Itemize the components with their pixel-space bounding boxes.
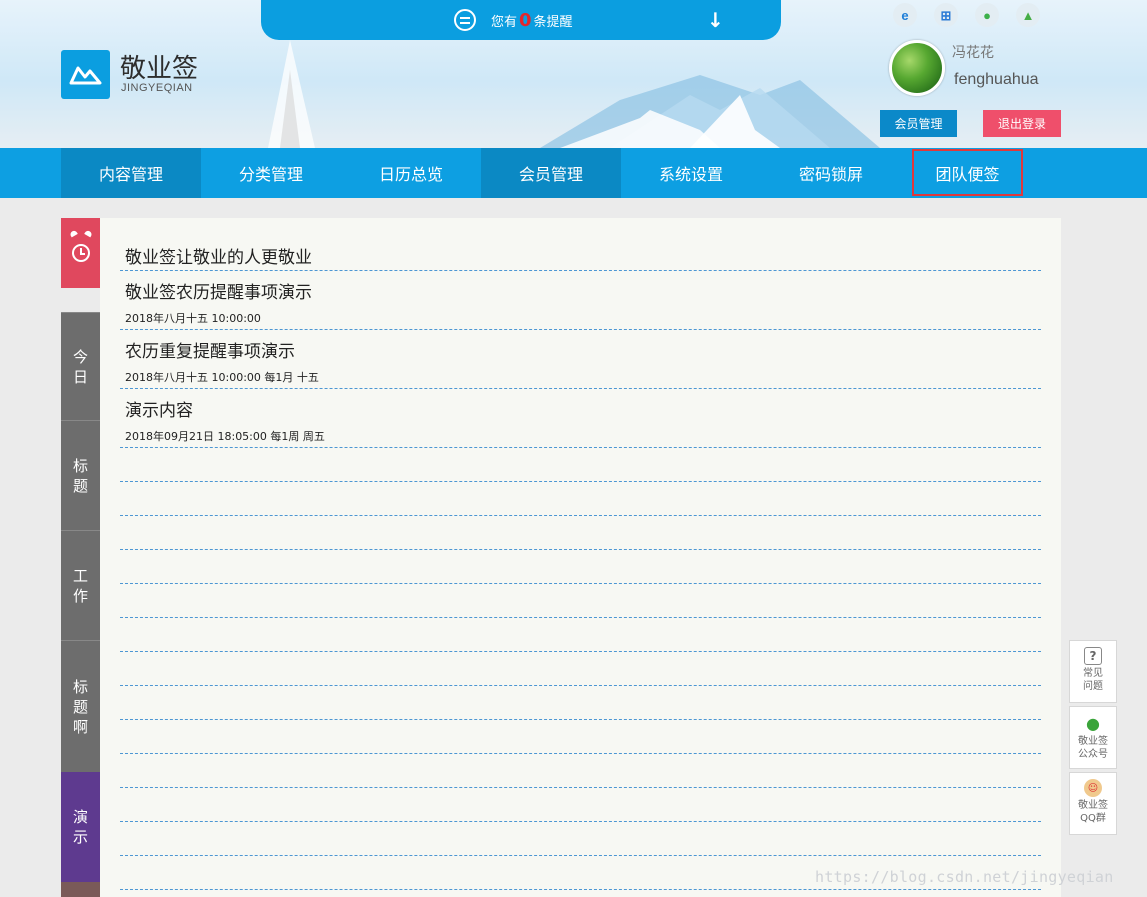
notes-panel: 敬业签让敬业的人更敬业 敬业签农历提醒事项演示 2018年八月十五 10:00:…: [100, 218, 1061, 897]
note-divider: [120, 685, 1041, 686]
notice-count: 0: [519, 10, 532, 31]
wechat-official-button[interactable]: ● 敬业签 公众号: [1069, 706, 1117, 769]
note-divider: [120, 515, 1041, 516]
nav-item-content[interactable]: 内容管理: [61, 148, 201, 198]
member-management-button[interactable]: 会员管理: [880, 110, 957, 137]
message-icon: [454, 9, 476, 31]
note-divider: [120, 855, 1041, 856]
avatar[interactable]: [889, 40, 945, 96]
apple-icon[interactable]: ●: [975, 3, 999, 27]
side-tab-reminders[interactable]: [61, 218, 100, 288]
logout-button[interactable]: 退出登录: [983, 110, 1061, 137]
nav-item-team-notes[interactable]: 团队便签: [912, 149, 1023, 196]
brand-subtitle: JINGYEQIAN: [121, 82, 193, 94]
faq-button[interactable]: ? 常见 问题: [1069, 640, 1117, 703]
note-item-title[interactable]: 农历重复提醒事项演示: [125, 337, 295, 362]
side-tab-char: 今: [72, 347, 88, 366]
faq-label-2: 问题: [1083, 681, 1103, 692]
note-divider: [120, 719, 1041, 720]
qq-label-1: 敬业签: [1078, 800, 1108, 811]
note-divider: [120, 753, 1041, 754]
logo-icon[interactable]: [61, 50, 110, 99]
side-tab-char: 工: [72, 566, 88, 585]
faq-label-1: 常见: [1083, 668, 1103, 679]
side-tab-work[interactable]: 工 作: [61, 530, 100, 640]
note-divider: [120, 651, 1041, 652]
side-tab-char: 题: [72, 697, 88, 716]
side-tab-char: 作: [72, 586, 88, 605]
windows-icon[interactable]: ⊞: [934, 3, 958, 27]
side-tab-char: 示: [72, 828, 88, 846]
user-name-cn: 冯花花: [952, 45, 994, 61]
note-item-meta: 2018年09月21日 18:05:00 每1周 周五: [125, 430, 325, 443]
side-tab-char: 啊: [72, 717, 88, 736]
note-divider: [120, 447, 1041, 448]
side-tab-title-a[interactable]: 标 题 啊: [61, 640, 100, 772]
notice-suffix: 条提醒: [533, 15, 573, 30]
wechat-icon: ●: [1086, 713, 1100, 733]
qq-icon: ☺: [1084, 779, 1102, 797]
side-tab-title[interactable]: 标 题: [61, 420, 100, 530]
header: 您有 0 条提醒 ↓ 敬业签 JINGYEQIAN e ⊞ ● ▲ 冯花花 fe…: [0, 0, 1147, 148]
note-item-title[interactable]: 敬业签让敬业的人更敬业: [125, 243, 312, 268]
side-tab-demo[interactable]: 演 示: [61, 772, 100, 882]
android-icon[interactable]: ▲: [1016, 3, 1040, 27]
note-divider: [120, 787, 1041, 788]
note-divider: [120, 388, 1041, 389]
alarm-ears: [70, 231, 92, 237]
side-tab-char: 题: [72, 476, 88, 495]
note-divider: [120, 481, 1041, 482]
nav-item-settings[interactable]: 系统设置: [621, 148, 761, 198]
arrow-down-icon[interactable]: ↓: [707, 8, 724, 32]
side-tab-today[interactable]: 今 日: [61, 312, 100, 420]
note-item-title[interactable]: 演示内容: [125, 396, 193, 421]
note-divider: [120, 821, 1041, 822]
notice-bar[interactable]: 您有 0 条提醒 ↓: [261, 0, 781, 40]
brand-title: 敬业签: [120, 54, 199, 84]
nav-item-member[interactable]: 会员管理: [481, 148, 621, 198]
note-divider: [120, 270, 1041, 271]
note-item-title[interactable]: 敬业签农历提醒事项演示: [125, 278, 312, 303]
side-tab-char: 标: [72, 677, 88, 696]
side-tab-char: 日: [72, 367, 88, 386]
user-name-en: fenghuahua: [954, 71, 1039, 88]
side-tab-more[interactable]: [61, 882, 100, 897]
nav-item-lockscreen[interactable]: 密码锁屏: [761, 148, 901, 198]
watermark: https://blog.csdn.net/jingyeqian: [815, 868, 1114, 886]
note-item-meta: 2018年八月十五 10:00:00 每1月 十五: [125, 371, 319, 384]
nav-item-calendar[interactable]: 日历总览: [341, 148, 481, 198]
alarm-clock-icon: [71, 244, 90, 262]
qq-group-button[interactable]: ☺ 敬业签 QQ群: [1069, 772, 1117, 835]
notice-prefix: 您有: [491, 15, 518, 30]
side-tab-char: 标: [72, 456, 88, 475]
ie-icon[interactable]: e: [893, 3, 917, 27]
wechat-label-2: 公众号: [1078, 749, 1108, 760]
question-icon: ?: [1084, 647, 1102, 665]
main-nav: 内容管理 分类管理 日历总览 会员管理 系统设置 密码锁屏 团队便签: [0, 148, 1147, 198]
note-divider: [120, 329, 1041, 330]
qq-label-2: QQ群: [1080, 813, 1106, 824]
note-divider: [120, 549, 1041, 550]
nav-item-category[interactable]: 分类管理: [201, 148, 341, 198]
wechat-label-1: 敬业签: [1078, 736, 1108, 747]
note-divider: [120, 583, 1041, 584]
note-divider: [120, 617, 1041, 618]
note-divider: [120, 889, 1041, 890]
note-item-meta: 2018年八月十五 10:00:00: [125, 312, 261, 325]
platform-icons: e ⊞ ● ▲: [893, 3, 1040, 27]
notice-text: 您有 0 条提醒: [491, 10, 573, 31]
side-tab-char: 演: [72, 808, 88, 826]
